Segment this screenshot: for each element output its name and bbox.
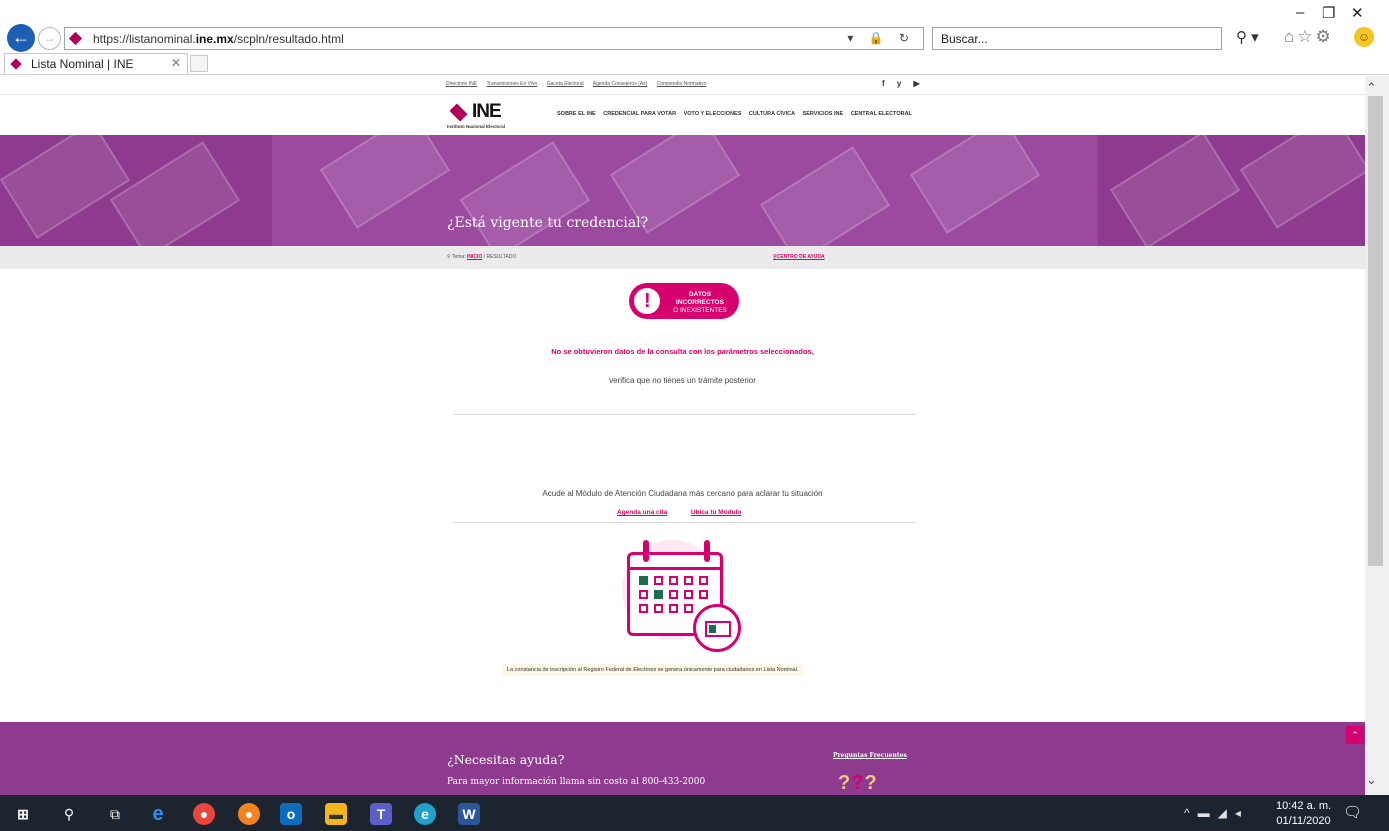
divider bbox=[453, 522, 916, 523]
util-link[interactable]: Transmisiones En Vivo bbox=[486, 81, 537, 87]
result-submessage: verifica que no tienes un trámite poster… bbox=[609, 376, 756, 385]
footer-title: ¿Necesitas ayuda? bbox=[447, 752, 565, 767]
main-nav: SOBRE EL INE CREDENCIAL PARA VOTAR VOTO … bbox=[557, 111, 918, 117]
notifications-icon[interactable]: 🗨 bbox=[1343, 803, 1362, 821]
help-footer: ¿Necesitas ayuda? Para mayor información… bbox=[0, 722, 1365, 795]
faq-link[interactable]: Preguntas Frecuentes bbox=[833, 752, 907, 759]
back-to-top-button[interactable]: ⌃ bbox=[1346, 726, 1364, 744]
util-link[interactable]: Directorio INE bbox=[446, 81, 477, 87]
feedback-smiley-icon[interactable]: ☺ bbox=[1354, 27, 1374, 47]
clock[interactable]: 10:42 a. m. 01/11/2020 bbox=[1276, 799, 1331, 829]
question-marks-icon: ??? bbox=[838, 772, 878, 794]
footer-phone: Para mayor información llama sin costo a… bbox=[447, 777, 706, 787]
toolbar-icons[interactable]: ⌂☆⚙ bbox=[1284, 27, 1334, 47]
forward-button[interactable]: → bbox=[38, 27, 61, 50]
action-links: Agenda una cita Ubica tu Módulo bbox=[617, 509, 741, 516]
edge-icon[interactable]: e bbox=[414, 803, 436, 825]
hero-card-decoration bbox=[0, 135, 131, 239]
nav-item[interactable]: SERVICIOS INE bbox=[803, 111, 844, 117]
back-button[interactable]: ← bbox=[7, 24, 35, 52]
address-actions[interactable]: ▾ 🔒 ↻ bbox=[847, 31, 915, 45]
file-explorer-icon[interactable]: ▬ bbox=[325, 803, 347, 825]
hero-card-decoration bbox=[1109, 135, 1241, 246]
scroll-thumb[interactable] bbox=[1368, 96, 1383, 566]
warning-icon: ! bbox=[631, 285, 663, 317]
id-card-icon bbox=[693, 604, 741, 652]
restore-button[interactable]: ❐ bbox=[1322, 4, 1335, 22]
hero-card-decoration bbox=[109, 141, 241, 246]
scroll-up-icon[interactable]: ⌃ bbox=[1366, 80, 1377, 96]
search-input[interactable]: Buscar... bbox=[932, 27, 1222, 50]
page-content: Directorio INE Transmisiones En Vivo Gac… bbox=[0, 76, 1365, 795]
social-icons[interactable]: f y ▶ bbox=[882, 79, 925, 88]
task-view-icon[interactable]: ⧉ bbox=[104, 803, 126, 825]
divider bbox=[453, 414, 916, 415]
result-message: No se obtuvieron datos de la consulta co… bbox=[551, 347, 814, 356]
pin-icon: ⚲ bbox=[447, 254, 451, 260]
site-header: INE Instituto Nacional Electoral SOBRE E… bbox=[0, 95, 1365, 134]
util-link[interactable]: Gaceta Electoral bbox=[547, 81, 584, 87]
teams-icon[interactable]: T bbox=[370, 803, 392, 825]
util-link[interactable]: Agenda Consejeros (As) bbox=[593, 81, 647, 87]
hero-card-decoration bbox=[1239, 135, 1365, 229]
windows-taskbar: ⊞ ⚲ ⧉ e ● ● o ▬ T e W ^▬◢◂ 10:42 a. m. 0… bbox=[0, 795, 1389, 831]
internet-explorer-icon[interactable]: e bbox=[147, 803, 169, 825]
ine-diamond-icon bbox=[449, 103, 468, 122]
address-bar[interactable]: https://listanominal.ine.mx/scpln/result… bbox=[64, 27, 924, 50]
system-tray-icons[interactable]: ^▬◢◂ bbox=[1184, 806, 1249, 820]
help-center-link[interactable]: ⚲CENTRO DE AYUDA bbox=[773, 254, 825, 260]
windows-start-icon[interactable]: ⊞ bbox=[12, 803, 34, 825]
hero-banner: ¿Está vigente tu credencial? bbox=[0, 135, 1365, 246]
page-title: ¿Está vigente tu credencial? bbox=[447, 215, 649, 231]
status-badge: ! DATOS INCORRECTOS O INEXISTENTES bbox=[629, 283, 739, 319]
breadcrumb: ⚲ Tema: INICIO / RESULTADO bbox=[447, 254, 517, 260]
agenda-link[interactable]: Agenda una cita bbox=[617, 509, 667, 516]
nav-item[interactable]: CULTURA CÍVICA bbox=[749, 111, 795, 117]
nav-item[interactable]: SOBRE EL INE bbox=[557, 111, 596, 117]
tab-favicon-icon bbox=[10, 58, 22, 70]
chrome-icon[interactable]: ● bbox=[193, 803, 215, 825]
nav-item[interactable]: CREDENCIAL PARA VOTAR bbox=[603, 111, 676, 117]
nav-item[interactable]: VOTO Y ELECCIONES bbox=[684, 111, 742, 117]
scroll-down-icon[interactable]: ⌄ bbox=[1366, 772, 1377, 788]
url-text: https://listanominal.ine.mx/scpln/result… bbox=[93, 32, 344, 46]
browser-tab[interactable]: Lista Nominal | INE ✕ bbox=[4, 53, 188, 74]
ine-logo[interactable]: INE Instituto Nacional Electoral bbox=[447, 101, 527, 131]
info-note: La constancia de inscripción al Registro… bbox=[502, 664, 804, 676]
utility-bar: Directorio INE Transmisiones En Vivo Gac… bbox=[0, 76, 1365, 95]
new-tab-button[interactable] bbox=[190, 55, 208, 72]
tab-close-icon[interactable]: ✕ bbox=[171, 56, 181, 70]
close-window-button[interactable]: ✕ bbox=[1351, 4, 1364, 22]
utility-links: Directorio INE Transmisiones En Vivo Gac… bbox=[446, 81, 714, 87]
outlook-icon[interactable]: o bbox=[280, 803, 302, 825]
word-icon[interactable]: W bbox=[458, 803, 480, 825]
nav-item[interactable]: CENTRAL ELECTORAL bbox=[851, 111, 912, 117]
browser-chrome: – ❐ ✕ ← → https://listanominal.ine.mx/sc… bbox=[0, 0, 1389, 75]
search-icon[interactable]: ⚲ bbox=[58, 803, 80, 825]
minimize-button[interactable]: – bbox=[1296, 4, 1304, 21]
calendar-illustration-icon bbox=[610, 534, 750, 654]
firefox-icon[interactable]: ● bbox=[238, 803, 260, 825]
site-favicon-icon bbox=[68, 31, 83, 46]
breadcrumb-bar: ⚲ Tema: INICIO / RESULTADO ⚲CENTRO DE AY… bbox=[0, 246, 1365, 269]
breadcrumb-home-link[interactable]: INICIO bbox=[467, 254, 482, 260]
module-instruction: Acude al Módulo de Atención Ciudadana má… bbox=[542, 489, 823, 498]
util-link[interactable]: Compendio Normativo bbox=[657, 81, 707, 87]
locate-module-link[interactable]: Ubica tu Módulo bbox=[691, 509, 742, 516]
search-icon[interactable]: ⚲ ▾ bbox=[1236, 28, 1259, 46]
